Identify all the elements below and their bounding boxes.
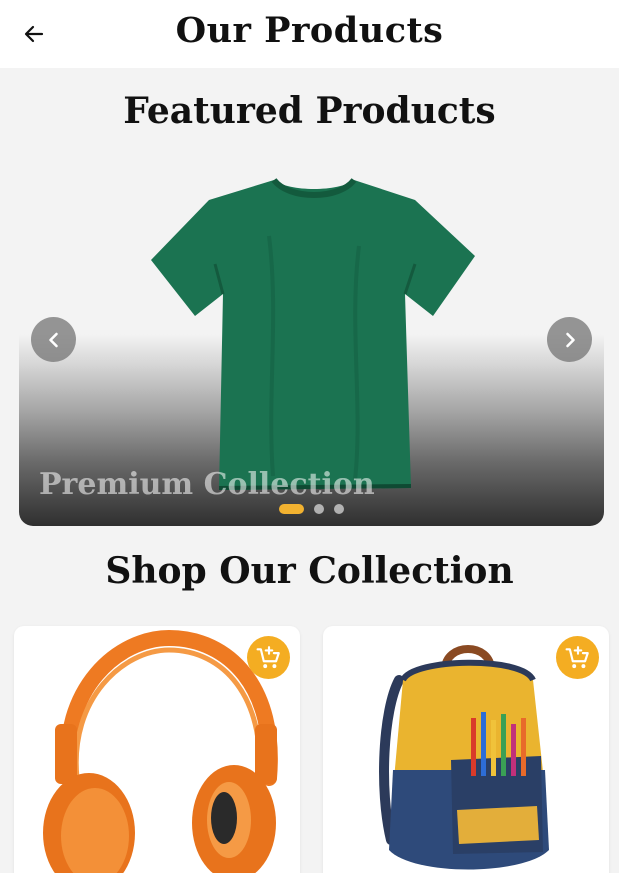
chevron-right-icon bbox=[565, 332, 575, 347]
product-card[interactable] bbox=[14, 626, 300, 873]
collection-section-title: Shop Our Collection bbox=[105, 550, 514, 592]
carousel-prev-button[interactable] bbox=[31, 317, 76, 362]
carousel-dot[interactable] bbox=[334, 504, 344, 514]
app-bar: Our Products bbox=[0, 0, 619, 68]
carousel-dot[interactable] bbox=[314, 504, 324, 514]
carousel-indicators bbox=[19, 504, 604, 514]
chevron-left-icon bbox=[48, 332, 58, 347]
carousel-caption: Premium Collection bbox=[39, 467, 375, 502]
add-to-cart-button[interactable] bbox=[556, 636, 599, 679]
product-card[interactable] bbox=[323, 626, 609, 873]
featured-section-title: Featured Products bbox=[123, 90, 496, 132]
featured-carousel[interactable]: Premium Collection bbox=[19, 150, 604, 526]
page-title: Our Products bbox=[175, 10, 444, 51]
tshirt-product-image[interactable] bbox=[149, 176, 479, 494]
backpack-product-image bbox=[379, 645, 549, 870]
add-shopping-cart-icon bbox=[565, 645, 589, 668]
add-to-cart-button[interactable] bbox=[247, 636, 290, 679]
headphones-product-image bbox=[43, 629, 278, 873]
add-shopping-cart-icon bbox=[256, 645, 280, 668]
carousel-dot-active[interactable] bbox=[279, 504, 304, 514]
carousel-next-button[interactable] bbox=[547, 317, 592, 362]
